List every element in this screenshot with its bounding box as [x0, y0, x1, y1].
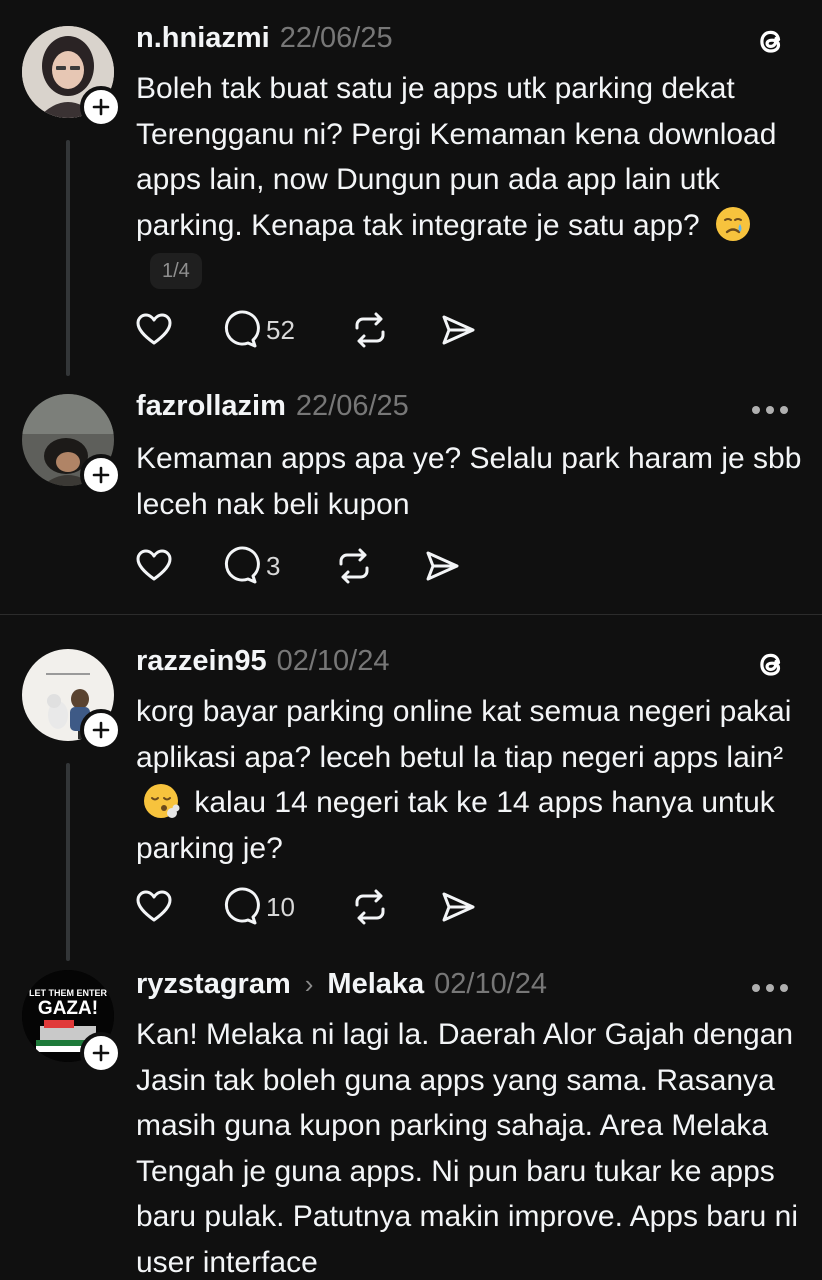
reply-button[interactable]: 10	[220, 887, 350, 927]
threads-feed: n.hniazmi 22/06/25 Boleh tak buat satu j…	[0, 0, 822, 1280]
comment-icon	[224, 887, 260, 925]
avatar-headline: GAZA!	[38, 998, 98, 1019]
post: LET THEM ENTER GAZA! ryzstagram › Melaka…	[0, 960, 822, 1280]
username[interactable]: ryzstagram	[136, 968, 291, 1001]
post-actions: 10	[134, 885, 478, 929]
share-button[interactable]	[438, 887, 478, 927]
chevron-right-icon: ›	[304, 969, 314, 999]
comment-icon	[224, 546, 260, 584]
plus-icon	[92, 98, 110, 116]
share-button[interactable]	[438, 310, 478, 350]
like-button[interactable]	[134, 546, 220, 586]
like-button[interactable]	[134, 310, 220, 350]
heart-icon	[136, 313, 172, 345]
follow-plus-button[interactable]	[80, 86, 122, 128]
plus-icon	[92, 721, 110, 739]
post-actions: 52	[134, 308, 478, 352]
send-icon	[426, 551, 459, 581]
post-text: Kan! Melaka ni lagi la. Daerah Alor Gaja…	[136, 1012, 806, 1280]
reply-count: 3	[266, 550, 281, 581]
heart-icon	[136, 890, 172, 922]
post-date: 02/10/24	[434, 968, 548, 1000]
post-date: 22/06/25	[279, 22, 393, 54]
plus-icon	[92, 1044, 110, 1062]
send-icon	[442, 892, 475, 922]
post: razzein95 02/10/24 korg bayar parking on…	[0, 615, 822, 961]
post-header: fazrollazim 22/06/25	[136, 390, 732, 430]
follow-plus-button[interactable]	[80, 709, 122, 751]
reply-button[interactable]: 52	[220, 310, 350, 350]
repost-icon	[355, 889, 385, 925]
post: n.hniazmi 22/06/25 Boleh tak buat satu j…	[0, 0, 822, 380]
post-body-continued: kalau 14 negeri tak ke 14 apps hanya unt…	[136, 786, 775, 865]
crying-face-emoji-icon	[716, 206, 751, 241]
post-body: Boleh tak buat satu je apps utk parking …	[136, 72, 777, 242]
post-text: Kemaman apps apa ye? Selalu park haram j…	[136, 436, 806, 527]
post-body: Kemaman apps apa ye? Selalu park haram j…	[136, 442, 802, 521]
reply-count: 10	[266, 891, 295, 922]
follow-plus-button[interactable]	[80, 454, 122, 496]
post-body: Kan! Melaka ni lagi la. Daerah Alor Gaja…	[136, 1018, 799, 1279]
repost-button[interactable]	[334, 546, 422, 586]
reply-button[interactable]: 3	[220, 546, 334, 586]
repost-icon	[339, 548, 369, 584]
post-header: n.hniazmi 22/06/25	[136, 22, 732, 62]
post-header: razzein95 02/10/24	[136, 645, 732, 685]
more-icon[interactable]	[752, 982, 792, 994]
thread-line	[66, 140, 70, 376]
follow-plus-button[interactable]	[80, 1032, 122, 1074]
repost-icon	[355, 312, 385, 348]
username[interactable]: razzein95	[136, 645, 267, 678]
post-body: korg bayar parking online kat semua nege…	[136, 695, 792, 774]
repost-button[interactable]	[350, 310, 438, 350]
face-exhaling-emoji-icon	[144, 784, 180, 818]
username[interactable]: fazrollazim	[136, 390, 286, 423]
post: fazrollazim 22/06/25 Kemaman apps apa ye…	[0, 380, 822, 614]
more-icon[interactable]	[752, 404, 792, 416]
threads-logo-icon	[760, 653, 781, 676]
plus-icon	[92, 466, 110, 484]
comment-icon	[224, 310, 260, 348]
threads-logo-icon	[760, 30, 781, 53]
username[interactable]: n.hniazmi	[136, 22, 270, 55]
share-button[interactable]	[422, 546, 462, 586]
post-date: 02/10/24	[276, 645, 390, 677]
post-text: korg bayar parking online kat semua nege…	[136, 689, 806, 871]
heart-icon	[136, 549, 172, 581]
avatar-caption: LET THEM ENTER	[29, 988, 107, 998]
thread-line	[66, 763, 70, 961]
send-icon	[442, 315, 475, 345]
post-date: 22/06/25	[295, 390, 409, 422]
like-button[interactable]	[134, 887, 220, 927]
media-pager-badge: 1/4	[150, 253, 202, 289]
post-header: ryzstagram › Melaka 02/10/24	[136, 968, 732, 1008]
post-actions: 3	[134, 544, 462, 588]
topic-tag[interactable]: Melaka	[327, 968, 424, 1001]
reply-count: 52	[266, 314, 295, 345]
repost-button[interactable]	[350, 887, 438, 927]
post-text: Boleh tak buat satu je apps utk parking …	[136, 66, 806, 294]
